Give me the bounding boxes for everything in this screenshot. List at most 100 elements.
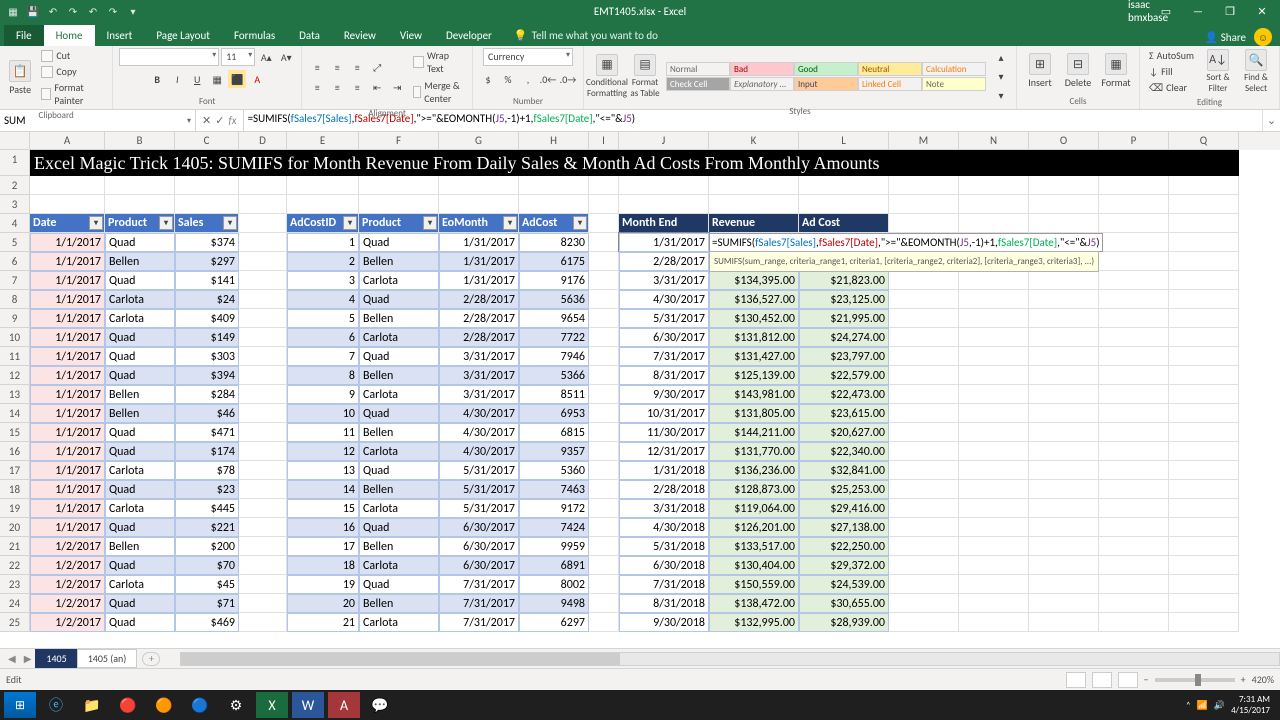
cell[interactable]: 9/30/2018 xyxy=(619,613,709,632)
cell[interactable] xyxy=(1169,518,1239,537)
cell[interactable] xyxy=(239,233,287,252)
cell[interactable] xyxy=(1029,480,1099,499)
cell[interactable]: Revenue xyxy=(709,214,799,233)
inc-decimal-icon[interactable]: .0← xyxy=(539,70,557,88)
cell[interactable]: $150,559.00 xyxy=(709,575,799,594)
share-button[interactable]: 👤 Share xyxy=(1205,31,1246,44)
cell[interactable] xyxy=(1029,556,1099,575)
cell[interactable] xyxy=(799,195,889,214)
cell[interactable] xyxy=(959,499,1029,518)
col-header-E[interactable]: E xyxy=(287,132,359,150)
row-header-11[interactable]: 11 xyxy=(0,347,30,366)
cell[interactable]: 5636 xyxy=(519,290,589,309)
cell[interactable] xyxy=(959,613,1029,632)
minimize-icon[interactable]: — xyxy=(1184,5,1212,18)
row-header-18[interactable]: 18 xyxy=(0,480,30,499)
cell[interactable] xyxy=(889,366,959,385)
taskbar-app1-icon[interactable]: 🟠 xyxy=(148,692,180,718)
cell[interactable]: 9/30/2017 xyxy=(619,385,709,404)
format-cells-button[interactable]: ▦Format xyxy=(1099,53,1133,89)
cell[interactable]: $149 xyxy=(175,328,239,347)
select-all-corner[interactable] xyxy=(0,132,30,150)
align-middle-icon[interactable]: ≡ xyxy=(328,58,346,76)
cell[interactable]: 6/30/2018 xyxy=(619,556,709,575)
cell[interactable] xyxy=(889,214,959,233)
cell[interactable] xyxy=(1099,252,1169,271)
align-top-icon[interactable]: ≡ xyxy=(308,58,326,76)
cell[interactable] xyxy=(889,461,959,480)
cell[interactable] xyxy=(1169,214,1239,233)
row-header-23[interactable]: 23 xyxy=(0,575,30,594)
tab-data[interactable]: Data xyxy=(287,25,332,46)
cell[interactable]: Carlota xyxy=(105,499,175,518)
cell[interactable] xyxy=(709,195,799,214)
save-icon[interactable]: 💾 xyxy=(26,4,40,18)
cell[interactable]: Carlota xyxy=(359,613,439,632)
tab-home[interactable]: Home xyxy=(44,25,95,46)
cell[interactable]: 1/2/2017 xyxy=(30,537,105,556)
cell[interactable] xyxy=(1169,404,1239,423)
cell[interactable]: $22,473.00 xyxy=(799,385,889,404)
cell[interactable] xyxy=(175,195,239,214)
cell[interactable]: 5360 xyxy=(519,461,589,480)
cell[interactable]: Quad xyxy=(105,442,175,461)
cell[interactable] xyxy=(1169,575,1239,594)
cell[interactable]: $71 xyxy=(175,594,239,613)
col-header-B[interactable]: B xyxy=(105,132,175,150)
cell[interactable]: $138,472.00 xyxy=(709,594,799,613)
row-header-13[interactable]: 13 xyxy=(0,385,30,404)
cell[interactable]: $394 xyxy=(175,366,239,385)
cell[interactable] xyxy=(889,328,959,347)
cell[interactable]: $133,517.00 xyxy=(709,537,799,556)
grow-font-icon[interactable]: A▴ xyxy=(257,48,275,66)
cell[interactable] xyxy=(959,176,1029,195)
col-header-K[interactable]: K xyxy=(709,132,799,150)
taskbar-chrome-icon[interactable]: 🔴 xyxy=(112,692,144,718)
cell[interactable] xyxy=(1099,575,1169,594)
border-icon[interactable]: ▦ xyxy=(208,70,226,88)
cell[interactable]: 6297 xyxy=(519,613,589,632)
cell[interactable] xyxy=(709,176,799,195)
col-header-N[interactable]: N xyxy=(959,132,1029,150)
cell[interactable]: $29,372.00 xyxy=(799,556,889,575)
cell[interactable]: 6175 xyxy=(519,252,589,271)
cell[interactable]: 9498 xyxy=(519,594,589,613)
cell[interactable]: 4/30/2017 xyxy=(439,404,519,423)
cell[interactable] xyxy=(619,176,709,195)
cell-editing-K5[interactable]: =SUMIFS(fSales7[Sales],fSales7[Date],">=… xyxy=(709,233,799,252)
cut-button[interactable]: Cut xyxy=(38,48,106,63)
cell[interactable]: Quad xyxy=(105,271,175,290)
cell[interactable]: $445 xyxy=(175,499,239,518)
tray-up-icon[interactable]: ˄ xyxy=(1186,700,1191,711)
cell[interactable]: Quad xyxy=(105,423,175,442)
copy-button[interactable]: Copy xyxy=(38,64,106,79)
cell[interactable] xyxy=(889,176,959,195)
cell[interactable] xyxy=(239,518,287,537)
cell[interactable] xyxy=(589,442,619,461)
tab-view[interactable]: View xyxy=(388,25,434,46)
cell[interactable] xyxy=(1169,347,1239,366)
cell[interactable] xyxy=(239,404,287,423)
styles-more-icon[interactable]: ▾ xyxy=(992,86,1010,104)
col-header-G[interactable]: G xyxy=(439,132,519,150)
cell[interactable]: Product▾ xyxy=(359,214,439,233)
cell[interactable]: 1/1/2017 xyxy=(30,461,105,480)
cell[interactable]: 8511 xyxy=(519,385,589,404)
cell[interactable] xyxy=(589,347,619,366)
cell[interactable]: 3/31/2017 xyxy=(439,347,519,366)
cell[interactable] xyxy=(30,176,105,195)
cell[interactable]: $23,125.00 xyxy=(799,290,889,309)
cell[interactable]: $32,841.00 xyxy=(799,461,889,480)
zoom-slider[interactable] xyxy=(1155,678,1235,682)
cell[interactable] xyxy=(589,271,619,290)
cell[interactable] xyxy=(30,195,105,214)
col-header-Q[interactable]: Q xyxy=(1169,132,1239,150)
cell[interactable]: 1/1/2017 xyxy=(30,442,105,461)
cell[interactable] xyxy=(1029,442,1099,461)
cell[interactable] xyxy=(1099,233,1169,252)
col-header-F[interactable]: F xyxy=(359,132,439,150)
row-header-4[interactable]: 4 xyxy=(0,214,30,233)
cell[interactable]: 5 xyxy=(287,309,359,328)
cell[interactable] xyxy=(589,518,619,537)
col-header-A[interactable]: A xyxy=(30,132,105,150)
